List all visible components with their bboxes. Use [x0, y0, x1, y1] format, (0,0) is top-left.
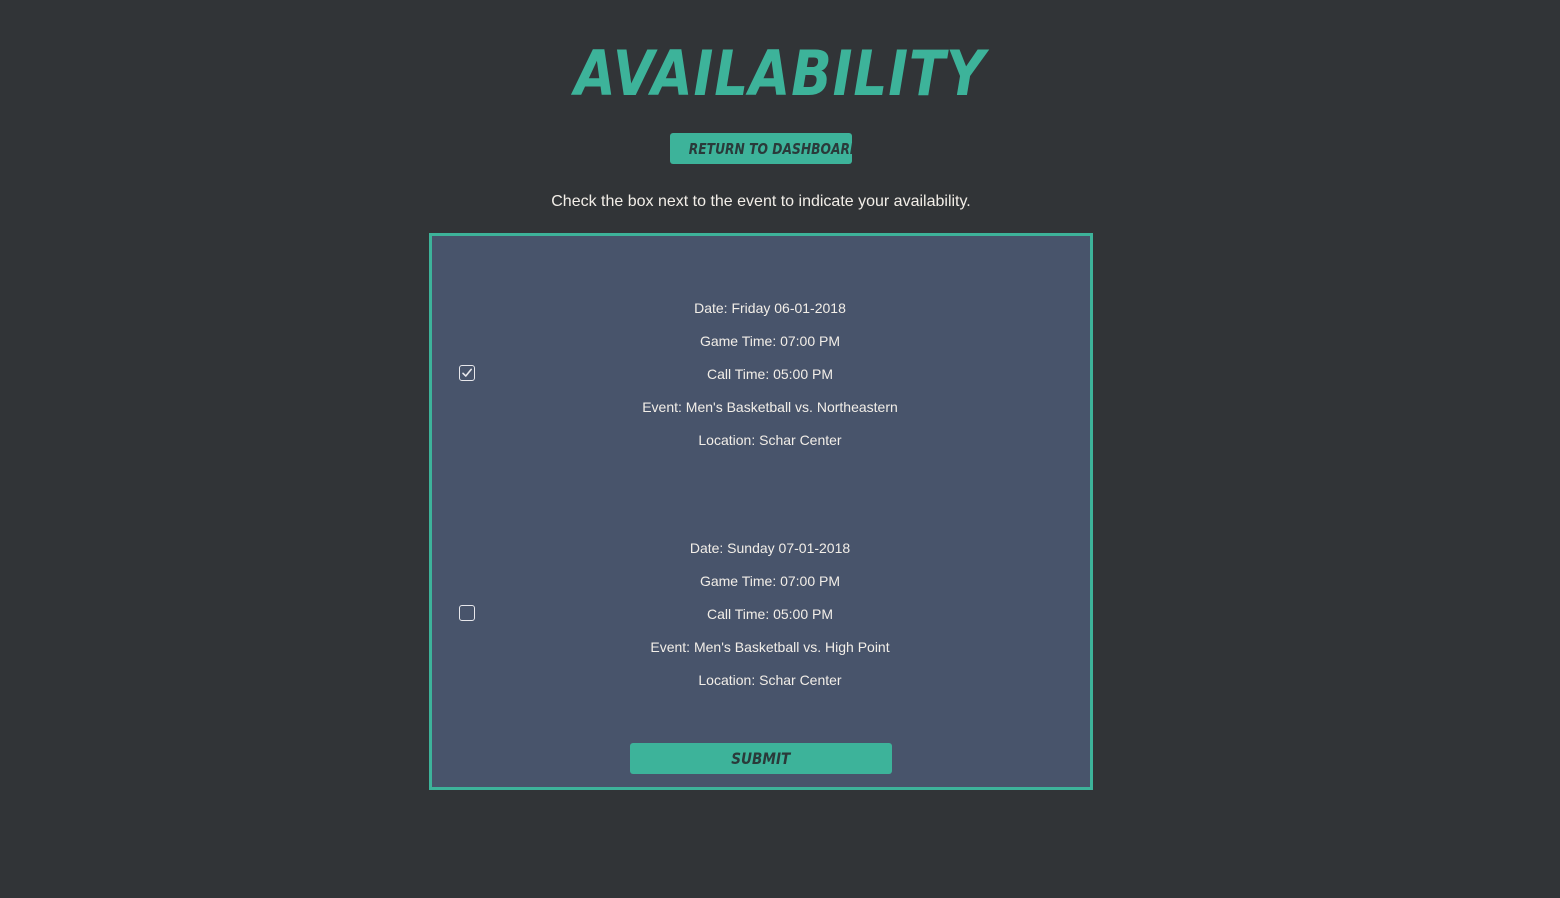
event-date: Date: Sunday 07-01-2018: [689, 540, 851, 556]
event-game-time: Game Time: 07:00 PM: [699, 333, 841, 349]
submit-label: SUBMIT: [731, 749, 791, 768]
page-title: AVAILABILITY: [574, 37, 986, 110]
event-location: Location: Schar Center: [698, 672, 842, 688]
submit-button[interactable]: SUBMIT: [630, 743, 892, 774]
event-game-time: Game Time: 07:00 PM: [699, 573, 841, 589]
event-name: Event: Men's Basketball vs. Northeastern: [642, 399, 898, 415]
event-call-time: Call Time: 05:00 PM: [706, 606, 834, 622]
event-name: Event: Men's Basketball vs. High Point: [650, 639, 890, 655]
return-to-dashboard-button[interactable]: RETURN TO DASHBOARD: [670, 133, 852, 164]
availability-form: Date: Friday 06-01-2018 Game Time: 07:00…: [429, 233, 1093, 790]
return-to-dashboard-label: RETURN TO DASHBOARD: [688, 139, 852, 158]
instruction-text: Check the box next to the event to indic…: [551, 193, 971, 210]
availability-page: AVAILABILITY RETURN TO DASHBOARD Check t…: [0, 0, 1560, 898]
event-date: Date: Friday 06-01-2018: [694, 300, 846, 316]
event-location: Location: Schar Center: [698, 432, 842, 448]
event-call-time: Call Time: 05:00 PM: [706, 366, 834, 382]
